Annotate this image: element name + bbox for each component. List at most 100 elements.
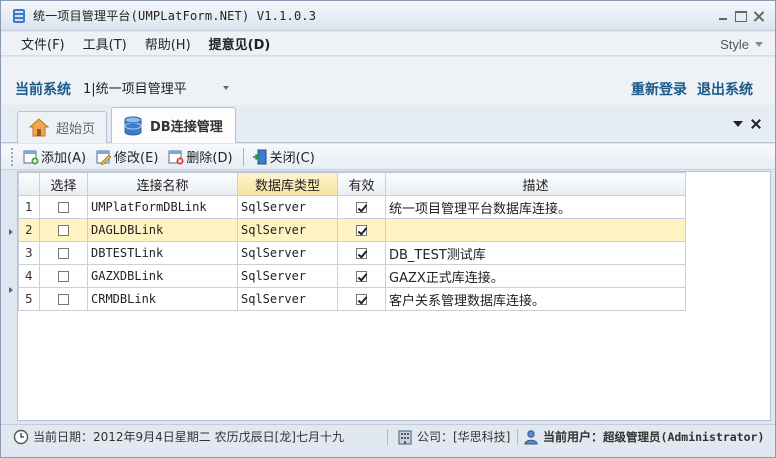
menu-tools[interactable]: 工具(T) <box>74 34 136 53</box>
table-row[interactable]: 5 CRMDBLink SqlServer 客户关系管理数据库连接。 <box>18 287 686 311</box>
valid-cell <box>337 264 386 288</box>
valid-checkbox[interactable] <box>356 248 367 259</box>
connection-name-cell[interactable]: DBTESTLink <box>87 241 238 265</box>
tab-tools <box>733 119 761 129</box>
valid-cell <box>337 218 386 242</box>
valid-cell <box>337 195 386 219</box>
window-title: 统一项目管理平台(UMPLatForm.NET) V1.1.0.3 <box>33 9 317 23</box>
db-link-table: 选择 连接名称 数据库类型 有效 描述 1 UMPlatFormDBLink S… <box>18 172 686 311</box>
select-cell <box>39 195 88 219</box>
close-button[interactable]: 关闭(C) <box>252 147 315 166</box>
select-cell <box>39 287 88 311</box>
splitter-arrow-icon[interactable] <box>9 287 13 293</box>
connection-name-cell[interactable]: GAZXDBLink <box>87 264 238 288</box>
status-separator <box>517 429 518 445</box>
description-cell[interactable]: 客户关系管理数据库连接。 <box>385 287 686 311</box>
menu-feedback[interactable]: 提意见(D) <box>200 34 280 53</box>
app-database-icon <box>13 8 25 23</box>
toolbar-grip[interactable] <box>11 147 15 166</box>
status-user-name: 超级管理员(Administrator) <box>603 429 765 444</box>
tab-strip: 超始页 DB连接管理 <box>1 105 775 143</box>
column-header-name[interactable]: 连接名称 <box>87 172 238 196</box>
chevron-down-icon <box>755 42 763 47</box>
select-checkbox[interactable] <box>58 248 69 259</box>
exit-door-icon <box>252 149 267 164</box>
row-number: 5 <box>18 287 40 311</box>
dbtype-cell[interactable]: SqlServer <box>237 287 338 311</box>
description-cell[interactable] <box>385 218 686 242</box>
style-dropdown[interactable]: Style <box>720 37 763 52</box>
session-links: 重新登录 退出系统 <box>631 79 753 99</box>
status-date-text: 当前日期：2012年9月4日星期二 农历戊辰日[龙]七月十九 <box>33 430 344 444</box>
select-checkbox[interactable] <box>58 202 69 213</box>
valid-checkbox[interactable] <box>356 294 367 305</box>
menu-bar: 文件(F) 工具(T) 帮助(H) 提意见(D) Style <box>1 32 775 56</box>
add-icon <box>23 150 39 164</box>
tab-db-connection[interactable]: DB连接管理 <box>111 107 236 143</box>
tab-home[interactable]: 超始页 <box>17 111 107 143</box>
system-bar: 当前系统 1|统一项目管理平 重新登录 退出系统 <box>1 57 775 105</box>
valid-checkbox[interactable] <box>356 271 367 282</box>
column-header-dbtype[interactable]: 数据库类型 <box>237 172 338 196</box>
status-bar: 当前日期：2012年9月4日星期二 农历戊辰日[龙]七月十九 公司：[华思科技]… <box>1 424 775 448</box>
window-controls <box>717 11 765 22</box>
select-checkbox[interactable] <box>58 294 69 305</box>
status-company: 公司：[华思科技] <box>397 428 510 445</box>
column-header-desc[interactable]: 描述 <box>385 172 686 196</box>
edit-button[interactable]: 修改(E) <box>96 147 158 166</box>
valid-checkbox[interactable] <box>356 225 367 236</box>
row-header-corner[interactable] <box>18 172 40 196</box>
database-icon <box>124 116 142 135</box>
splitter-arrow-icon[interactable] <box>9 229 13 235</box>
chevron-down-icon <box>223 86 229 90</box>
tab-db-label: DB连接管理 <box>150 120 223 135</box>
delete-button-label: 删除(D) <box>186 151 233 166</box>
system-select[interactable]: 1|统一项目管理平 <box>83 77 233 97</box>
relogin-link[interactable]: 重新登录 <box>631 79 687 99</box>
dbtype-cell[interactable]: SqlServer <box>237 241 338 265</box>
description-cell[interactable]: GAZX正式库连接。 <box>385 264 686 288</box>
dbtype-cell-focused[interactable]: SqlServer <box>237 218 338 242</box>
status-company-text: 公司：[华思科技] <box>417 430 511 444</box>
close-window-icon[interactable] <box>753 11 765 22</box>
status-user: 当前用户： 超级管理员(Administrator) <box>523 428 764 445</box>
menu-file[interactable]: 文件(F) <box>12 34 74 53</box>
select-cell <box>39 241 88 265</box>
current-system-label: 当前系统 <box>15 82 71 98</box>
row-number: 3 <box>18 241 40 265</box>
close-button-label: 关闭(C) <box>269 151 315 166</box>
column-header-select[interactable]: 选择 <box>39 172 88 196</box>
delete-button[interactable]: 删除(D) <box>168 147 233 166</box>
exit-system-link[interactable]: 退出系统 <box>697 79 753 99</box>
add-button[interactable]: 添加(A) <box>23 147 86 166</box>
status-user-label: 当前用户： <box>543 430 604 444</box>
description-cell[interactable]: DB_TEST测试库 <box>385 241 686 265</box>
tab-list-chevron-icon[interactable] <box>733 121 743 127</box>
user-icon <box>524 429 538 444</box>
description-cell[interactable]: 统一项目管理平台数据库连接。 <box>385 195 686 219</box>
select-checkbox[interactable] <box>58 271 69 282</box>
menu-help[interactable]: 帮助(H) <box>136 34 200 53</box>
table-row-selected[interactable]: 2 DAGLDBLink SqlServer <box>18 218 686 242</box>
select-checkbox[interactable] <box>58 225 69 236</box>
connection-name-cell[interactable]: DAGLDBLink <box>87 218 238 242</box>
toolbar: 添加(A) 修改(E) 删除(D) 关闭(C) <box>1 144 775 170</box>
connection-name-cell[interactable]: UMPlatFormDBLink <box>87 195 238 219</box>
valid-cell <box>337 241 386 265</box>
table-row[interactable]: 3 DBTESTLink SqlServer DB_TEST测试库 <box>18 241 686 265</box>
system-select-value: 1|统一项目管理平 <box>83 81 187 97</box>
column-header-valid[interactable]: 有效 <box>337 172 386 196</box>
table-row[interactable]: 1 UMPlatFormDBLink SqlServer 统一项目管理平台数据库… <box>18 195 686 219</box>
close-tab-icon[interactable] <box>751 119 761 129</box>
dbtype-cell[interactable]: SqlServer <box>237 264 338 288</box>
add-button-label: 添加(A) <box>41 151 87 166</box>
dbtype-cell[interactable]: SqlServer <box>237 195 338 219</box>
edit-icon <box>96 150 112 165</box>
table-row[interactable]: 4 GAZXDBLink SqlServer GAZX正式库连接。 <box>18 264 686 288</box>
connection-name-cell[interactable]: CRMDBLink <box>87 287 238 311</box>
valid-checkbox[interactable] <box>356 202 367 213</box>
status-date: 当前日期：2012年9月4日星期二 农历戊辰日[龙]七月十九 <box>13 428 344 445</box>
maximize-icon[interactable] <box>735 11 747 22</box>
minimize-icon[interactable] <box>717 11 729 22</box>
tab-home-label: 超始页 <box>56 122 96 137</box>
